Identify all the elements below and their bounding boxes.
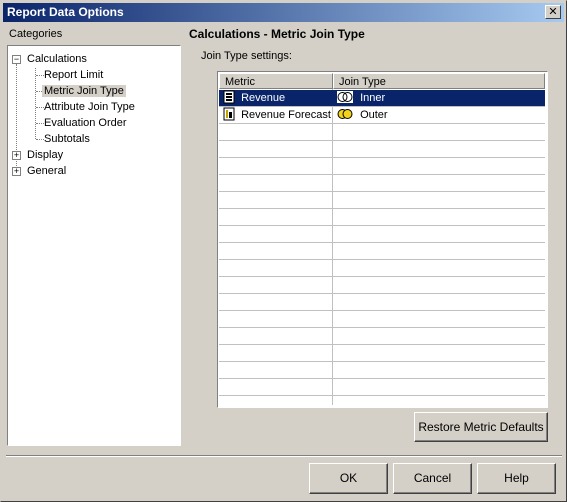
- tree-node-label: Calculations: [27, 53, 87, 65]
- tree-node-general[interactable]: General: [27, 163, 66, 179]
- tree-node-subtotals[interactable]: Subtotals: [44, 131, 90, 147]
- empty-row: [219, 362, 545, 379]
- empty-row: [219, 345, 545, 362]
- cancel-button[interactable]: Cancel: [393, 463, 472, 494]
- tree-connector: [36, 139, 44, 140]
- tree-node-display[interactable]: Display: [27, 147, 63, 163]
- empty-row: [219, 311, 545, 328]
- join-type-cell[interactable]: Outer: [337, 107, 542, 123]
- empty-row: [219, 243, 545, 260]
- tree-node-metric-join-type[interactable]: Metric Join Type: [42, 83, 126, 99]
- expand-icon[interactable]: +: [12, 151, 21, 160]
- tree-connector: [36, 75, 44, 76]
- close-button[interactable]: ✕: [545, 5, 561, 19]
- empty-row: [219, 277, 545, 294]
- empty-row: [219, 260, 545, 277]
- categories-label: Categories: [9, 28, 63, 40]
- empty-row: [219, 209, 545, 226]
- tree-node-label: Attribute Join Type: [44, 101, 135, 113]
- tree-node-calculations[interactable]: Calculations: [27, 51, 87, 67]
- button-label: Help: [504, 471, 529, 485]
- join-type-settings-label: Join Type settings:: [201, 50, 292, 62]
- window-title: Report Data Options: [7, 5, 124, 19]
- footer-separator: [6, 455, 562, 457]
- empty-row: [219, 379, 545, 396]
- collapse-icon[interactable]: −: [12, 55, 21, 64]
- tree-node-attribute-join-type[interactable]: Attribute Join Type: [44, 99, 135, 115]
- column-header-metric[interactable]: Metric: [219, 73, 333, 89]
- help-button[interactable]: Help: [477, 463, 556, 494]
- empty-row: [219, 294, 545, 311]
- tree-connector-children: [35, 68, 36, 139]
- tree-node-label: Report Limit: [44, 69, 104, 81]
- join-type-value: Outer: [360, 109, 388, 121]
- expand-icon[interactable]: +: [12, 167, 21, 176]
- metric-icon: [223, 107, 235, 121]
- panel-heading: Calculations - Metric Join Type: [189, 27, 365, 41]
- tree-node-report-limit[interactable]: Report Limit: [44, 67, 103, 83]
- join-type-grid[interactable]: Metric Join Type Revenue Inner Revenue F…: [217, 71, 548, 408]
- inner-join-icon: [337, 91, 353, 103]
- tree-connector: [36, 107, 44, 108]
- dialog-window: Report Data Options ✕ Categories − Calcu…: [0, 0, 567, 502]
- outer-join-icon: [337, 109, 353, 119]
- tree-node-label: Subtotals: [44, 133, 90, 145]
- button-label: OK: [339, 471, 358, 485]
- join-type-cell[interactable]: Inner: [337, 90, 542, 106]
- empty-row: [219, 158, 545, 175]
- empty-row: [219, 124, 545, 141]
- empty-row: [219, 141, 545, 158]
- button-label: Cancel: [413, 471, 452, 485]
- tree-node-label: General: [27, 165, 67, 177]
- tree-connector: [36, 123, 44, 124]
- metric-cell[interactable]: Revenue: [223, 90, 285, 106]
- empty-row: [219, 226, 545, 243]
- close-icon: ✕: [548, 6, 558, 18]
- column-header-label: Metric: [225, 76, 255, 88]
- metric-name: Revenue: [241, 92, 286, 104]
- metric-cell[interactable]: Revenue Forecast: [223, 107, 331, 123]
- column-header-label: Join Type: [339, 76, 386, 88]
- restore-metric-defaults-button[interactable]: Restore Metric Defaults: [414, 412, 548, 442]
- metric-name: Revenue Forecast: [241, 109, 331, 121]
- title-bar[interactable]: Report Data Options ✕: [3, 3, 564, 22]
- empty-row: [219, 328, 545, 345]
- category-tree[interactable]: − Calculations Report Limit Metric Join …: [7, 45, 181, 446]
- empty-row: [219, 192, 545, 209]
- tree-node-evaluation-order[interactable]: Evaluation Order: [44, 115, 127, 131]
- tree-node-label: Metric Join Type: [42, 85, 126, 97]
- table-row[interactable]: Revenue Forecast Outer: [219, 107, 545, 124]
- ok-button[interactable]: OK: [309, 463, 388, 494]
- tree-node-label: Display: [27, 149, 64, 161]
- metric-icon: [223, 90, 235, 104]
- empty-row: [219, 175, 545, 192]
- button-label: Restore Metric Defaults: [418, 420, 544, 434]
- column-header-join-type[interactable]: Join Type: [333, 73, 545, 89]
- join-type-value: Inner: [360, 92, 386, 104]
- tree-node-label: Evaluation Order: [44, 117, 127, 129]
- table-row[interactable]: Revenue Inner: [219, 90, 545, 107]
